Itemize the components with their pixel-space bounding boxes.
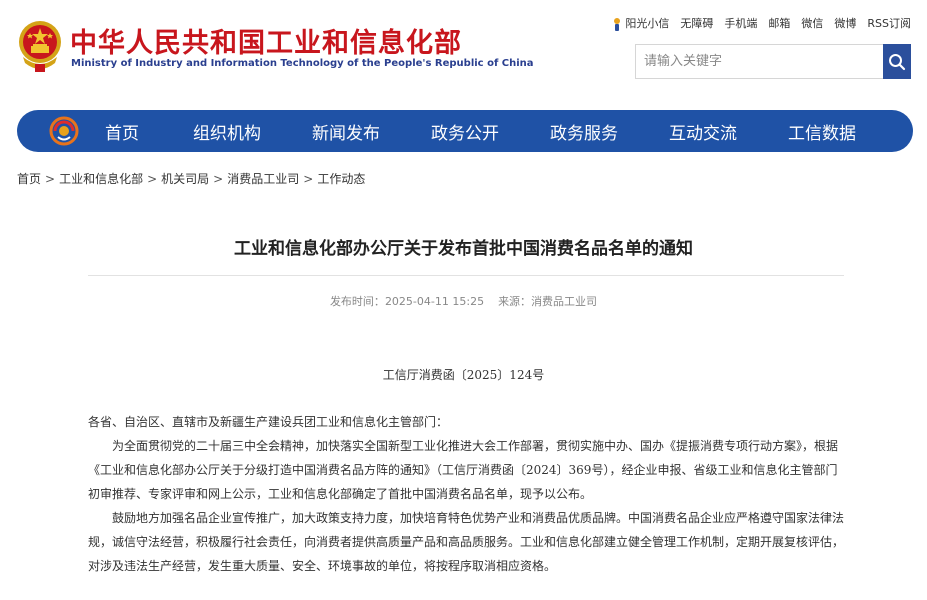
title-divider bbox=[88, 275, 844, 276]
breadcrumb-home[interactable]: 首页 bbox=[17, 172, 41, 186]
miit-logo-icon[interactable] bbox=[49, 116, 79, 146]
breadcrumb-ministry[interactable]: 工业和信息化部 bbox=[59, 172, 143, 186]
search-box bbox=[635, 44, 911, 79]
breadcrumb-consumer-goods[interactable]: 消费品工业司 bbox=[227, 172, 299, 186]
site-header: 中华人民共和国工业和信息化部 Ministry of Industry and … bbox=[0, 0, 927, 100]
nav-item-organization[interactable]: 组织机构 bbox=[193, 119, 261, 144]
top-links: 阳光小信 无障碍 手机端 邮箱 微信 微博 RSS订阅 bbox=[601, 15, 911, 31]
document-number: 工信厅消费函〔2025〕124号 bbox=[382, 368, 545, 382]
nav-item-government-affairs[interactable]: 政务公开 bbox=[431, 119, 499, 144]
breadcrumb-separator: > bbox=[303, 172, 314, 186]
sun-icon bbox=[614, 18, 621, 31]
top-link-mail[interactable]: 邮箱 bbox=[768, 15, 790, 31]
nav-item-news[interactable]: 新闻发布 bbox=[312, 119, 380, 144]
breadcrumb-separator: > bbox=[147, 172, 158, 186]
article-title: 工业和信息化部办公厅关于发布首批中国消费名品名单的通知 bbox=[234, 239, 693, 259]
article-meta: 发布时间：2025-04-11 15:25 来源：消费品工业司 bbox=[0, 293, 927, 309]
top-link-wechat[interactable]: 微信 bbox=[801, 15, 823, 31]
article-body: 各省、自治区、直辖市及新疆生产建设兵团工业和信息化主管部门： 为全面贯彻党的二十… bbox=[88, 410, 844, 578]
source-label: 来源： bbox=[498, 295, 532, 308]
body-paragraph: 鼓励地方加强名品企业宣传推广，加大政策支持力度，加快培育特色优势产业和消费品优质… bbox=[88, 511, 845, 573]
national-emblem-icon bbox=[19, 21, 61, 72]
site-title: 中华人民共和国工业和信息化部 bbox=[70, 28, 462, 59]
top-link-accessibility[interactable]: 无障碍 bbox=[680, 15, 713, 31]
nav-item-services[interactable]: 政务服务 bbox=[550, 119, 618, 144]
salutation: 各省、自治区、直辖市及新疆生产建设兵团工业和信息化主管部门： bbox=[88, 415, 449, 429]
breadcrumb-separator: > bbox=[213, 172, 224, 186]
body-paragraph: 为全面贯彻党的二十届三中全会精神，加快落实全国新型工业化推进大会工作部署，贯彻实… bbox=[88, 439, 839, 501]
nav-item-home[interactable]: 首页 bbox=[105, 119, 139, 144]
publish-time: 2025-04-11 15:25 bbox=[384, 295, 485, 308]
source-value: 消费品工业司 bbox=[531, 295, 598, 308]
main-nav: 首页 组织机构 新闻发布 政务公开 政务服务 互动交流 工信数据 bbox=[17, 110, 913, 152]
breadcrumb-separator: > bbox=[45, 172, 56, 186]
breadcrumb: 首页 > 工业和信息化部 > 机关司局 > 消费品工业司 > 工作动态 bbox=[17, 170, 365, 187]
publish-label: 发布时间： bbox=[329, 295, 385, 308]
top-link-weibo[interactable]: 微博 bbox=[834, 15, 856, 31]
breadcrumb-work-updates[interactable]: 工作动态 bbox=[317, 172, 365, 186]
search-icon bbox=[889, 53, 906, 70]
nav-item-interaction[interactable]: 互动交流 bbox=[669, 119, 737, 144]
top-link-sunshine[interactable]: 阳光小信 bbox=[612, 15, 669, 31]
breadcrumb-departments[interactable]: 机关司局 bbox=[161, 172, 209, 186]
search-button[interactable] bbox=[883, 44, 911, 79]
site-subtitle: Ministry of Industry and Information Tec… bbox=[71, 58, 534, 69]
nav-item-data[interactable]: 工信数据 bbox=[788, 119, 856, 144]
nav-items: 首页 组织机构 新闻发布 政务公开 政务服务 互动交流 工信数据 bbox=[105, 110, 856, 152]
search-input[interactable] bbox=[636, 45, 884, 78]
top-link-mobile[interactable]: 手机端 bbox=[724, 15, 757, 31]
top-link-rss[interactable]: RSS订阅 bbox=[867, 15, 911, 31]
